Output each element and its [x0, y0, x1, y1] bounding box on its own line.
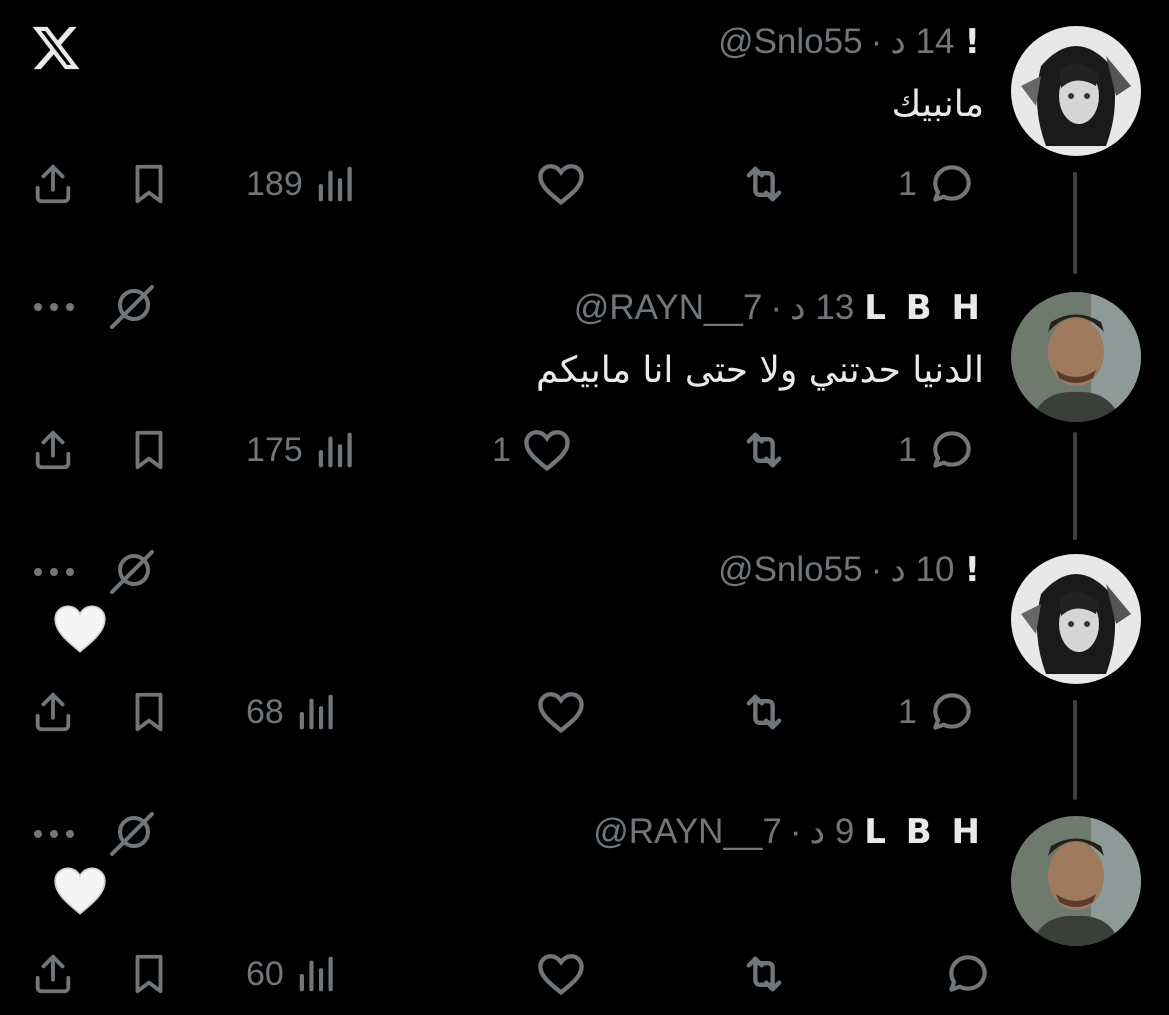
- share-button[interactable]: [30, 424, 76, 476]
- author-handle[interactable]: @RAYN__7: [593, 812, 782, 852]
- author-handle[interactable]: @RAYN__7: [574, 288, 763, 328]
- reply-icon: [927, 159, 977, 209]
- like-button[interactable]: [525, 948, 587, 1000]
- thread-line: [1073, 432, 1077, 540]
- bookmark-button[interactable]: [126, 158, 172, 210]
- views-count: 60: [246, 954, 284, 993]
- share-icon: [30, 951, 76, 997]
- tweet-text: [53, 866, 107, 920]
- avatar[interactable]: [1011, 554, 1141, 684]
- views-button[interactable]: 68: [246, 686, 340, 738]
- retweet-icon: [738, 948, 790, 1000]
- separator-dot: ·: [870, 550, 883, 589]
- views-icon: [313, 427, 359, 473]
- retweet-icon: [738, 158, 790, 210]
- more-options-icon[interactable]: [32, 566, 76, 578]
- reply-button[interactable]: 1: [898, 424, 977, 476]
- retweet-icon: [738, 424, 790, 476]
- reply-button[interactable]: 1: [898, 686, 977, 738]
- reply-icon: [943, 949, 993, 999]
- separator-dot: ·: [789, 812, 802, 851]
- grok-icon[interactable]: [108, 810, 156, 858]
- bookmark-icon: [126, 427, 172, 473]
- separator-dot: ·: [770, 288, 783, 327]
- reply-count: 1: [898, 692, 917, 731]
- bookmark-button[interactable]: [126, 686, 172, 738]
- tweet-text: الدنيا حدتني ولا حتى انا مابيكم: [536, 350, 984, 391]
- retweet-icon: [738, 686, 790, 738]
- tweet-text: [53, 604, 107, 658]
- share-button[interactable]: [30, 158, 76, 210]
- bookmark-icon: [126, 951, 172, 997]
- share-icon: [30, 689, 76, 735]
- timestamp[interactable]: 9 د: [810, 812, 855, 852]
- author-name[interactable]: !: [964, 550, 984, 590]
- views-count: 68: [246, 692, 284, 731]
- like-button[interactable]: [525, 158, 587, 210]
- separator-dot: ·: [870, 22, 883, 61]
- like-button[interactable]: [525, 686, 587, 738]
- grok-icon[interactable]: [108, 548, 156, 596]
- author-name[interactable]: L B H: [864, 288, 984, 328]
- bookmark-button[interactable]: [126, 424, 172, 476]
- reply-icon: [927, 687, 977, 737]
- like-icon: [535, 948, 587, 1000]
- retweet-button[interactable]: [728, 948, 790, 1000]
- author-name[interactable]: L B H: [864, 812, 984, 852]
- share-button[interactable]: [30, 948, 76, 1000]
- more-options-icon[interactable]: [32, 828, 76, 840]
- retweet-button[interactable]: [728, 686, 790, 738]
- views-icon: [294, 689, 340, 735]
- reply-icon: [927, 425, 977, 475]
- avatar[interactable]: [1011, 292, 1141, 422]
- avatar[interactable]: [1011, 816, 1141, 946]
- avatar[interactable]: [1011, 26, 1141, 156]
- views-count: 189: [246, 164, 303, 203]
- author-handle[interactable]: @Snlo55: [718, 550, 863, 590]
- like-icon: [535, 686, 587, 738]
- views-icon: [294, 951, 340, 997]
- bookmark-icon: [126, 161, 172, 207]
- retweet-button[interactable]: [728, 158, 790, 210]
- like-button[interactable]: 1: [492, 424, 573, 476]
- retweet-button[interactable]: [728, 424, 790, 476]
- tweet-text: مانبيك: [891, 84, 984, 125]
- tweet[interactable]: ! @Snlo55 · 14 د مانبيك: [0, 0, 1169, 255]
- like-icon: [521, 424, 573, 476]
- timestamp[interactable]: 13 د: [790, 288, 854, 328]
- author-name[interactable]: !: [964, 22, 984, 62]
- timestamp[interactable]: 14 د: [890, 22, 954, 62]
- views-button[interactable]: 60: [246, 948, 340, 1000]
- share-icon: [30, 161, 76, 207]
- bookmark-icon: [126, 689, 172, 735]
- reply-count: 1: [898, 164, 917, 203]
- views-button[interactable]: 175: [246, 424, 359, 476]
- views-button[interactable]: 189: [246, 158, 359, 210]
- reply-count: 1: [898, 430, 917, 469]
- reply-button[interactable]: 1: [898, 158, 977, 210]
- views-icon: [313, 161, 359, 207]
- share-icon: [30, 427, 76, 473]
- like-count: 1: [492, 430, 511, 469]
- like-icon: [535, 158, 587, 210]
- thread-line: [1073, 700, 1077, 800]
- reply-button[interactable]: [933, 948, 993, 1000]
- more-options-icon[interactable]: [32, 301, 76, 313]
- views-count: 175: [246, 430, 303, 469]
- share-button[interactable]: [30, 686, 76, 738]
- grok-icon[interactable]: [108, 283, 156, 331]
- author-handle[interactable]: @Snlo55: [718, 22, 863, 62]
- bookmark-button[interactable]: [126, 948, 172, 1000]
- timestamp[interactable]: 10 د: [890, 550, 954, 590]
